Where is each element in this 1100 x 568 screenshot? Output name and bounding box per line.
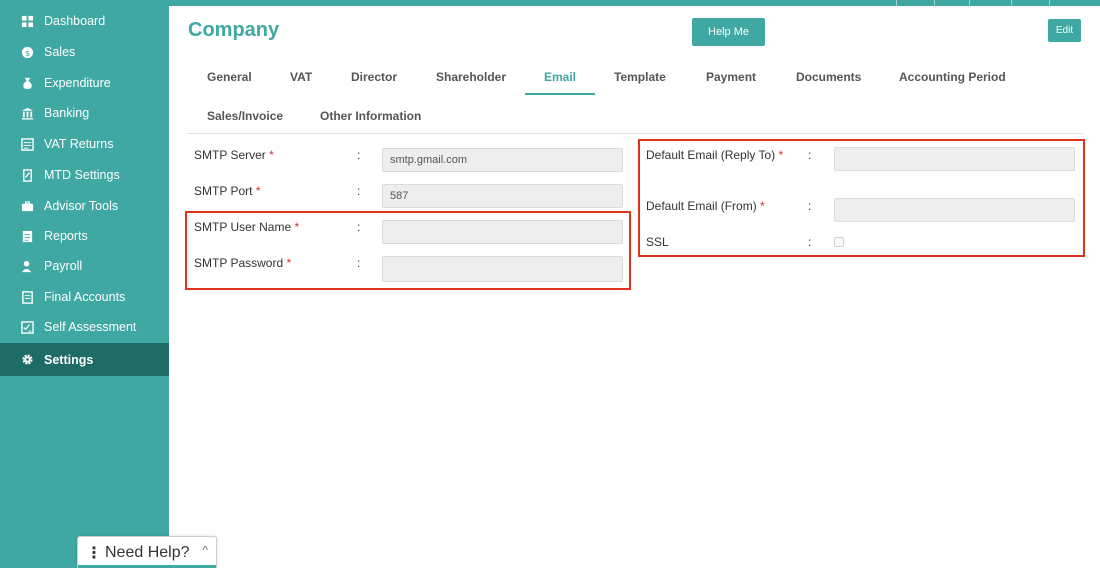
reports-icon: [19, 228, 35, 244]
sidebar-item-vat-returns[interactable]: VAT Returns: [0, 129, 169, 159]
sidebar-item-reports[interactable]: Reports: [0, 221, 169, 251]
smtp-password-input[interactable]: [382, 256, 623, 282]
tab-vat[interactable]: VAT: [290, 70, 312, 84]
tab-other-information[interactable]: Other Information: [320, 109, 421, 123]
sidebar-item-label: Banking: [44, 106, 90, 120]
required-mark: *: [778, 148, 784, 162]
sidebar-item-label: MTD Settings: [44, 168, 120, 182]
top-bar: [169, 0, 1100, 6]
edit-button[interactable]: Edit: [1048, 19, 1081, 42]
chevron-up-icon: ^: [202, 543, 208, 557]
need-help-label: Need Help?: [105, 543, 190, 561]
sidebar-item-dashboard[interactable]: Dashboard: [0, 6, 169, 36]
tab-template[interactable]: Template: [614, 70, 666, 84]
ssl-checkbox[interactable]: [834, 237, 844, 247]
sidebar-item-label: Reports: [44, 229, 88, 243]
dashboard-icon: [19, 13, 35, 29]
smtp-user-name-label: SMTP User Name *: [194, 220, 300, 234]
sidebar-item-settings[interactable]: Settings: [0, 343, 169, 376]
sidebar-item-label: Advisor Tools: [44, 199, 119, 213]
bank-icon: [19, 105, 35, 121]
sidebar-item-payroll[interactable]: Payroll: [0, 251, 169, 281]
mtd-settings-icon: [19, 167, 35, 183]
tab-director[interactable]: Director: [351, 70, 397, 84]
sidebar-item-label: Final Accounts: [44, 290, 126, 304]
sidebar-item-final-accounts[interactable]: Final Accounts: [0, 282, 169, 312]
tabs-divider: [187, 133, 1083, 134]
vat-returns-icon: [19, 136, 35, 152]
tab-documents[interactable]: Documents: [796, 70, 861, 84]
colon-separator: :: [357, 220, 361, 234]
briefcase-icon: [19, 198, 35, 214]
sales-icon: $: [19, 44, 35, 60]
expenditure-icon: [19, 75, 35, 91]
sidebar-item-self-assessment[interactable]: Self Assessment: [0, 312, 169, 342]
smtp-user-name-input[interactable]: [382, 220, 623, 244]
tab-shareholder[interactable]: Shareholder: [436, 70, 506, 84]
drag-handle-icon: ⋮: [86, 544, 102, 562]
colon-separator: :: [357, 256, 361, 270]
self-assessment-icon: [19, 319, 35, 335]
default-email-from-label: Default Email (From) *: [646, 199, 765, 213]
default-email-from-input[interactable]: [834, 198, 1075, 222]
smtp-port-input[interactable]: [382, 184, 623, 208]
sidebar-item-sales[interactable]: $ Sales: [0, 37, 169, 67]
sidebar-item-label: Settings: [44, 352, 94, 367]
smtp-port-label: SMTP Port *: [194, 184, 261, 198]
gear-icon: [19, 352, 35, 368]
final-accounts-icon: [19, 289, 35, 305]
default-email-reply-to-label: Default Email (Reply To) *: [646, 148, 784, 162]
sidebar-item-label: Self Assessment: [44, 320, 137, 334]
required-mark: *: [286, 256, 292, 270]
colon-separator: :: [808, 199, 812, 213]
tab-email[interactable]: Email: [544, 70, 576, 84]
ssl-label: SSL: [646, 235, 669, 249]
colon-separator: :: [808, 148, 812, 162]
colon-separator: :: [357, 148, 361, 162]
colon-separator: :: [357, 184, 361, 198]
payroll-icon: [19, 258, 35, 274]
sidebar-item-label: Expenditure: [44, 76, 111, 90]
sidebar-item-label: VAT Returns: [44, 137, 114, 151]
sidebar-item-banking[interactable]: Banking: [0, 98, 169, 128]
sidebar-item-label: Payroll: [44, 259, 83, 273]
tab-accounting-period[interactable]: Accounting Period: [899, 70, 1006, 84]
tab-payment[interactable]: Payment: [706, 70, 756, 84]
sidebar-item-advisor-tools[interactable]: Advisor Tools: [0, 191, 169, 221]
tab-sales-invoice[interactable]: Sales/Invoice: [207, 109, 283, 123]
sidebar-item-expenditure[interactable]: Expenditure: [0, 68, 169, 98]
colon-separator: :: [808, 235, 812, 249]
required-mark: *: [255, 184, 261, 198]
page-title: Company: [188, 19, 280, 41]
sidebar: Dashboard $ Sales Expenditure Banking VA…: [0, 0, 169, 568]
sidebar-item-label: Dashboard: [44, 14, 106, 28]
required-mark: *: [760, 199, 765, 213]
required-mark: *: [269, 148, 274, 162]
smtp-password-label: SMTP Password *: [194, 256, 292, 270]
smtp-server-label: SMTP Server *: [194, 148, 274, 162]
help-me-button[interactable]: Help Me: [692, 18, 765, 46]
sidebar-item-mtd-settings[interactable]: MTD Settings: [0, 160, 169, 190]
required-mark: *: [294, 220, 300, 234]
tab-general[interactable]: General: [207, 70, 252, 84]
need-help-widget[interactable]: ⋮ Need Help? ^: [77, 536, 217, 568]
active-tab-indicator: [525, 93, 595, 95]
smtp-server-input[interactable]: [382, 148, 623, 172]
default-email-reply-to-input[interactable]: [834, 147, 1075, 171]
svg-text:$: $: [24, 47, 29, 57]
sidebar-item-label: Sales: [44, 45, 76, 59]
